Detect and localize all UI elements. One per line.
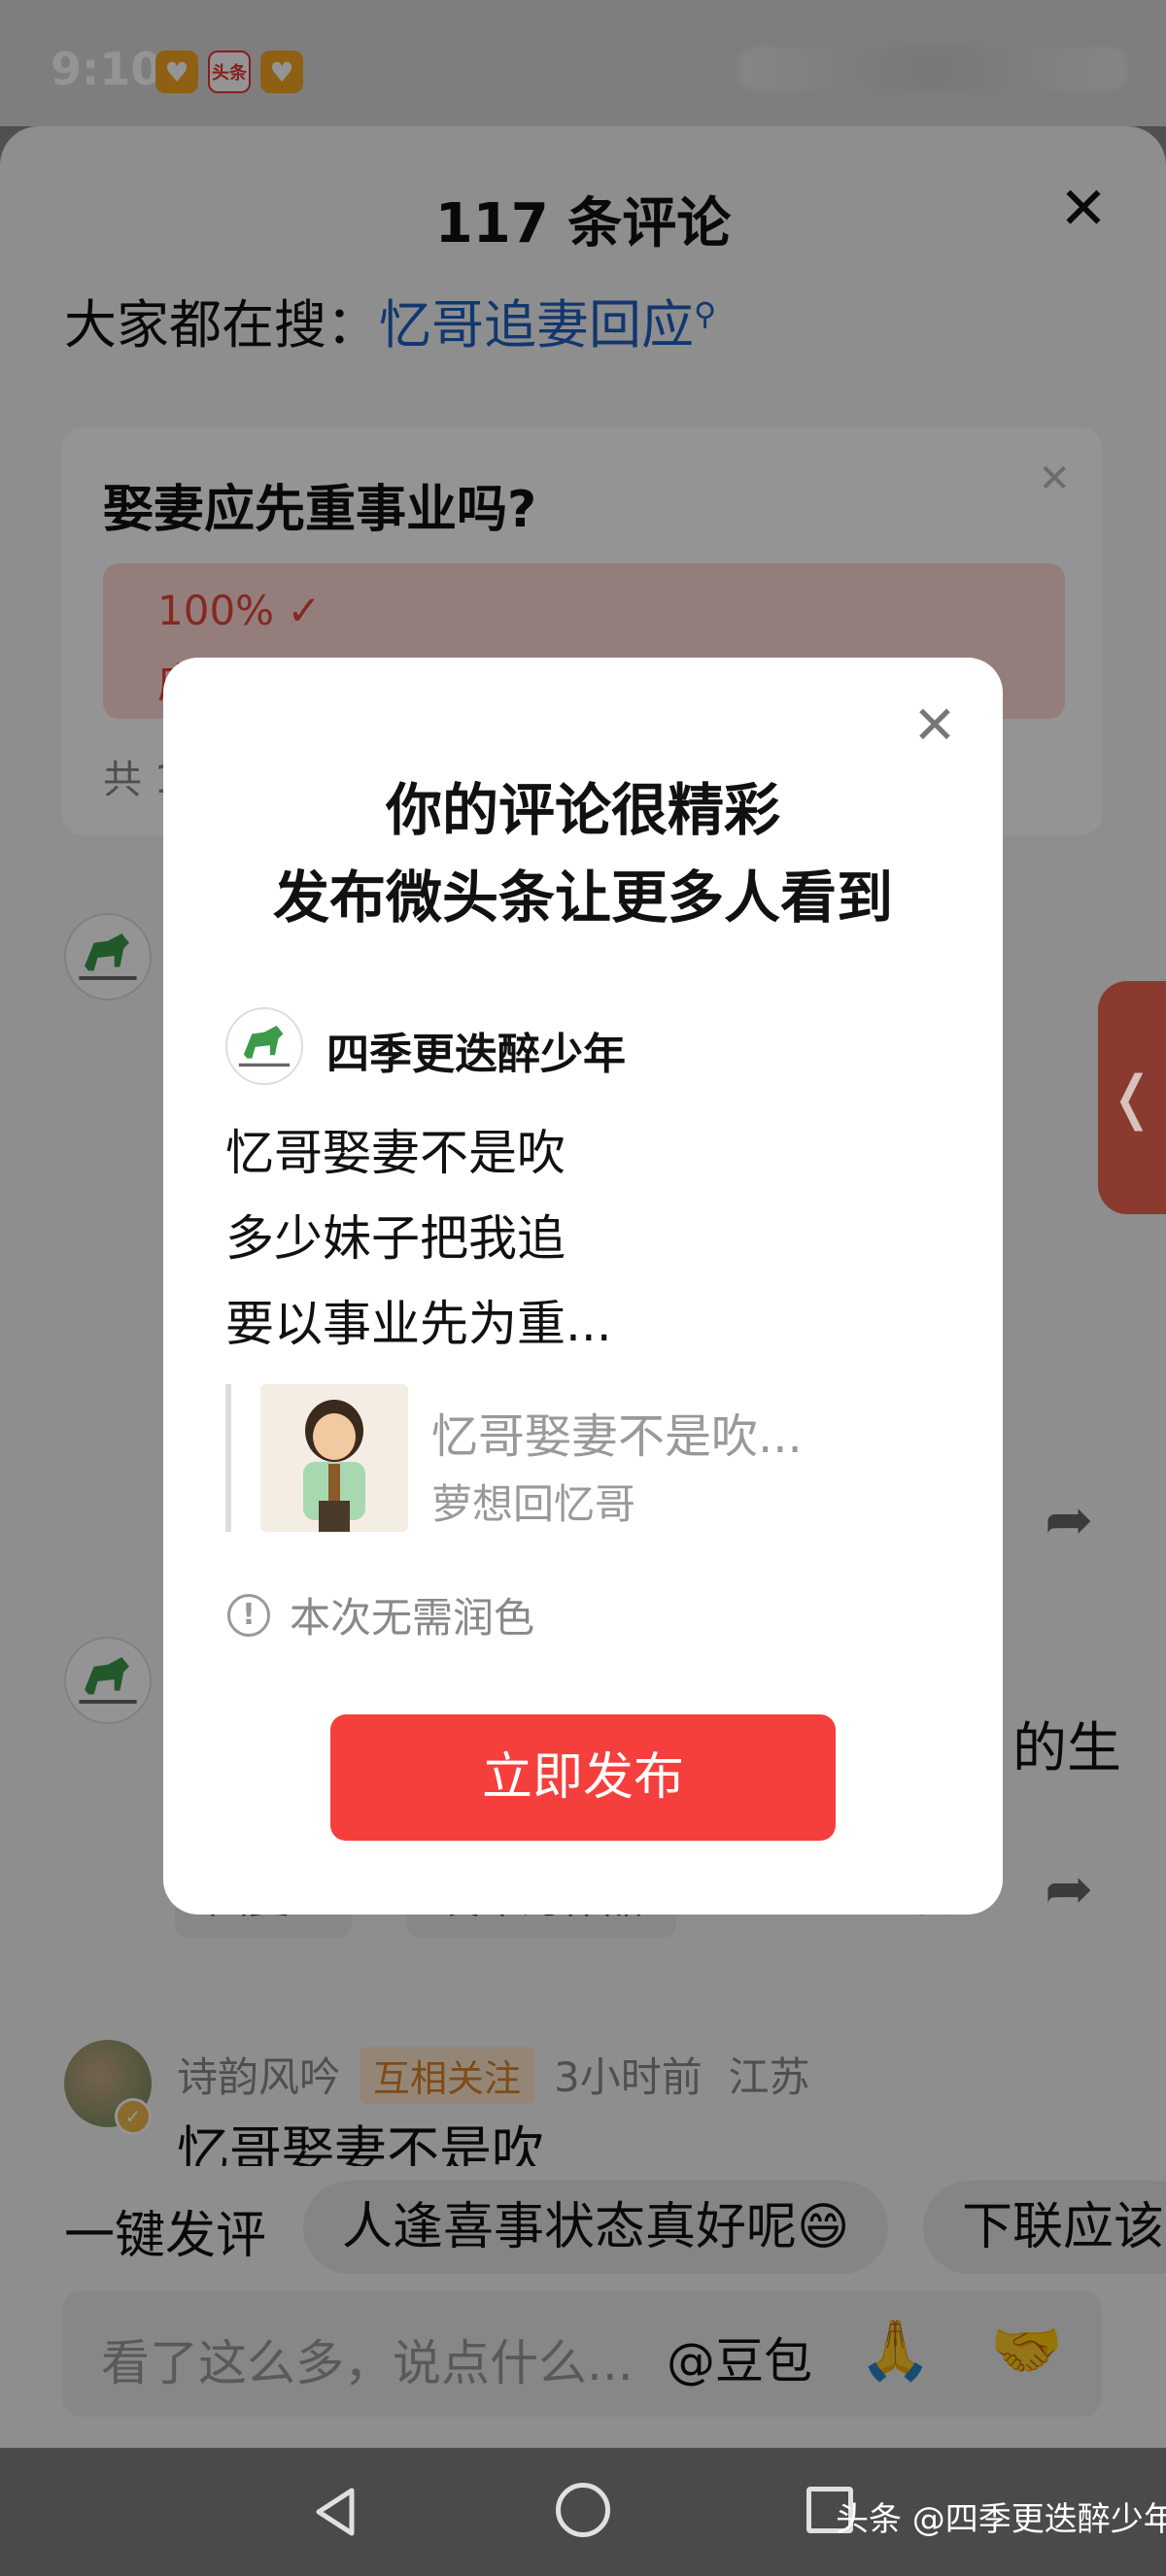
chevron-left-icon: ❬ [1107, 1064, 1157, 1132]
author-name: 四季更迭醉少年 [326, 1030, 626, 1079]
polish-notice-text: 本次无需润色 [290, 1594, 535, 1642]
polish-notice: ! 本次无需润色 [227, 1585, 534, 1644]
quote-thumbnail [260, 1384, 408, 1532]
post-line: 要以事业先为重... [225, 1296, 612, 1352]
watermark: 头条 @四季更迭醉少年 [836, 2500, 1166, 2539]
post-line: 多少妹子把我追 [225, 1210, 566, 1267]
avatar [225, 1007, 303, 1085]
post-line: 忆哥娶妻不是吹 [225, 1125, 566, 1181]
publish-now-button[interactable]: 立即发布 [330, 1714, 836, 1841]
dialog-subtitle: 发布微头条让更多人看到 [272, 864, 893, 931]
info-icon: ! [227, 1593, 270, 1637]
system-nav-bar: 头条 @四季更迭醉少年 [0, 2448, 1166, 2576]
publish-dialog: ✕ 你的评论很精彩 发布微头条让更多人看到 四季更迭醉少年 忆哥娶妻不是吹 多少… [163, 658, 1003, 1915]
back-icon[interactable] [307, 2483, 365, 2541]
close-icon[interactable]: ✕ [906, 696, 964, 755]
quoted-post[interactable]: 忆哥娶妻不是吹... 萝想回忆哥 [225, 1384, 941, 1532]
home-icon[interactable] [556, 2483, 610, 2537]
quote-title: 忆哥娶妻不是吹... [431, 1409, 803, 1464]
side-drawer-tab[interactable]: ❬ [1098, 981, 1166, 1214]
quote-source: 萝想回忆哥 [431, 1480, 636, 1528]
dialog-title: 你的评论很精彩 [385, 777, 780, 843]
